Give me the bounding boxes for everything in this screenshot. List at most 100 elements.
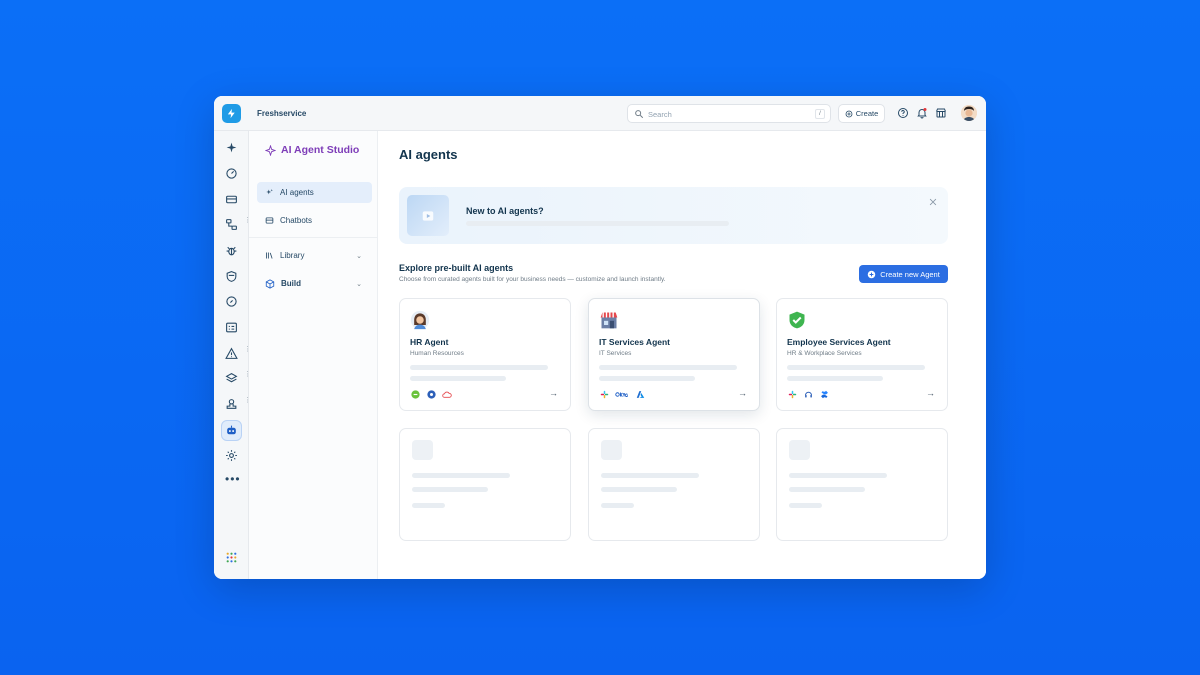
azure-icon: [635, 389, 645, 399]
cloud-icon: [442, 389, 452, 399]
sparkle-icon[interactable]: [225, 141, 238, 154]
tag-skeleton: [789, 503, 822, 508]
bug-icon[interactable]: [225, 244, 238, 257]
more-icon[interactable]: •••: [225, 473, 241, 485]
arrow-right-icon[interactable]: →: [549, 388, 558, 398]
sparkle-icon: [265, 144, 276, 156]
placeholder-icon: [601, 440, 622, 460]
sidebar-item-chatbots[interactable]: Chatbots: [257, 210, 372, 231]
plus-circle-icon: [845, 110, 853, 117]
main-content: AI agents New to AI agents? Explore pre-…: [378, 131, 986, 579]
apps-grid-icon[interactable]: [225, 551, 238, 564]
notification-bell-icon[interactable]: [916, 107, 928, 119]
search-input[interactable]: Search /: [627, 104, 831, 123]
freshservice-logo-icon[interactable]: [222, 104, 241, 123]
okta-icon: [615, 389, 629, 399]
shield-check-icon: [789, 311, 805, 329]
chatbot-icon: [265, 217, 274, 224]
create-label: Create: [855, 109, 879, 118]
description-skeleton: [599, 376, 695, 381]
section-title: Explore pre-built AI agents: [399, 263, 514, 273]
description-skeleton: [410, 365, 548, 370]
arrow-right-icon[interactable]: →: [738, 388, 747, 398]
play-icon: [422, 210, 434, 221]
create-button[interactable]: Create: [838, 104, 885, 123]
agent-department: HR & Workplace Services: [787, 350, 862, 357]
agent-department: IT Services: [599, 350, 632, 357]
shield-icon[interactable]: [225, 270, 238, 283]
studio-sidebar: AI Agent Studio AI agents Chatbots Libra…: [249, 131, 378, 579]
description-skeleton: [599, 365, 737, 370]
sparkle-icon: [266, 189, 273, 195]
layers-icon[interactable]: [225, 372, 238, 385]
agent-card-placeholder: [588, 428, 760, 541]
chevron-down-icon[interactable]: ⌄: [356, 252, 362, 260]
description-skeleton: [787, 376, 883, 381]
ticket-icon[interactable]: [225, 193, 238, 206]
close-icon[interactable]: [928, 197, 938, 207]
compass-icon[interactable]: [225, 295, 238, 308]
agent-card-hr[interactable]: HR Agent Human Resources →: [399, 298, 571, 411]
page-title: AI agents: [399, 147, 458, 162]
agent-card-employee-services[interactable]: Employee Services Agent HR & Workplace S…: [776, 298, 948, 411]
confluence-icon: [819, 389, 829, 399]
agent-card-it-services[interactable]: IT Services Agent IT Services →: [588, 298, 760, 411]
stamp-icon[interactable]: [225, 398, 238, 411]
subtitle-skeleton: [412, 487, 488, 492]
marketplace-icon[interactable]: [935, 107, 947, 119]
top-bar: Freshservice Search / Create: [214, 96, 986, 131]
arrow-right-icon[interactable]: →: [926, 388, 935, 398]
bot-icon[interactable]: [225, 424, 238, 437]
search-icon: [635, 110, 644, 119]
video-thumbnail[interactable]: [407, 195, 449, 236]
left-nav-rail: ⋮ ⋮ ⋮ ⋮ •••: [214, 131, 251, 579]
sidebar-item-library[interactable]: Library ⌄: [257, 245, 372, 266]
banner-text-skeleton: [466, 221, 729, 226]
app-window: Freshservice Search / Create ⋮ ⋮ ⋮ ⋮ •••…: [214, 96, 986, 579]
agent-name: HR Agent: [410, 337, 449, 347]
help-icon[interactable]: [897, 107, 909, 119]
agent-name: IT Services Agent: [599, 337, 671, 347]
tag-skeleton: [412, 503, 445, 508]
integration-icons: [787, 389, 829, 399]
workflow-icon[interactable]: [225, 218, 238, 231]
hr-avatar-icon: [410, 310, 430, 330]
agent-card-placeholder: [399, 428, 571, 541]
it-store-icon: [600, 312, 618, 329]
subtitle-skeleton: [601, 487, 677, 492]
dashboard-icon[interactable]: [225, 167, 238, 180]
integration-icons: [410, 389, 452, 399]
plus-circle-icon: [867, 270, 876, 278]
studio-title: AI Agent Studio: [265, 144, 359, 156]
integration-headset-icon: [803, 389, 813, 399]
placeholder-icon: [412, 440, 433, 460]
sidebar-divider: [249, 237, 378, 238]
checklist-icon[interactable]: [225, 321, 238, 334]
brand-name: Freshservice: [257, 109, 307, 118]
alert-icon[interactable]: [225, 347, 238, 360]
search-placeholder: Search: [648, 110, 672, 119]
agent-card-placeholder: [776, 428, 948, 541]
title-skeleton: [412, 473, 510, 478]
banner-title: New to AI agents?: [466, 206, 544, 216]
user-avatar[interactable]: [961, 105, 977, 121]
title-skeleton: [601, 473, 699, 478]
sidebar-item-build[interactable]: Build ⌄: [257, 273, 372, 294]
library-icon: [266, 252, 273, 259]
integration-icons: [599, 389, 645, 399]
title-skeleton: [789, 473, 887, 478]
sidebar-item-ai-agents[interactable]: AI agents: [257, 182, 372, 203]
section-subtitle: Choose from curated agents built for you…: [399, 276, 666, 283]
onboarding-banner: New to AI agents?: [399, 187, 948, 244]
subtitle-skeleton: [789, 487, 865, 492]
gear-icon[interactable]: [225, 449, 238, 462]
description-skeleton: [787, 365, 925, 370]
search-shortcut: /: [815, 109, 825, 119]
create-new-agent-button[interactable]: Create new Agent: [859, 265, 948, 283]
chevron-down-icon[interactable]: ⌄: [356, 280, 362, 288]
box-icon: [265, 278, 275, 289]
description-skeleton: [410, 376, 506, 381]
integration-blue-icon: [426, 389, 436, 399]
slack-icon: [787, 389, 797, 399]
integration-green-icon: [410, 389, 420, 399]
